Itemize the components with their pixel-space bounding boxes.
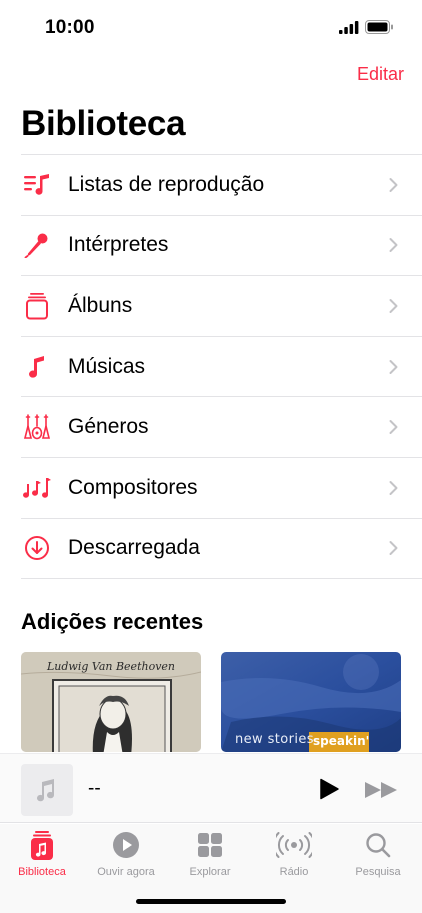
radio-waves-icon: [276, 830, 312, 860]
battery-icon: [365, 20, 393, 34]
play-circle-icon: [112, 830, 140, 860]
play-button[interactable]: [318, 778, 340, 800]
tab-label: Rádio: [279, 866, 309, 878]
chevron-right-icon: [389, 298, 398, 313]
menu-item-label: Músicas: [68, 354, 146, 378]
status-icons: [339, 20, 394, 34]
music-note-icon: [21, 351, 53, 383]
chevron-right-icon: [389, 238, 398, 253]
tab-radio[interactable]: Rádio: [252, 830, 336, 878]
tab-label: Pesquisa: [355, 866, 401, 878]
album-art-text: new stories: [235, 732, 314, 747]
album-stack-icon: [21, 290, 53, 322]
recently-added-albums: Ludwig Van Beethoven new stories speakin…: [21, 652, 422, 752]
menu-item-downloaded[interactable]: Descarregada: [21, 519, 422, 580]
guitars-icon: [21, 411, 53, 443]
download-circle-icon: [21, 532, 53, 564]
home-indicator: [136, 899, 286, 904]
chevron-right-icon: [389, 177, 398, 192]
chevron-right-icon: [389, 541, 398, 556]
chevron-right-icon: [389, 420, 398, 435]
edit-button[interactable]: Editar: [357, 64, 404, 85]
page-title: Biblioteca: [21, 104, 186, 143]
album-cover-beethoven[interactable]: Ludwig Van Beethoven: [21, 652, 201, 752]
microphone-icon: [21, 229, 53, 261]
menu-item-label: Descarregada: [68, 536, 200, 560]
chevron-right-icon: [389, 480, 398, 495]
music-note-icon: [37, 779, 55, 802]
album-cover-new-stories[interactable]: new stories speakin': [221, 652, 401, 752]
menu-item-label: Álbuns: [68, 293, 133, 317]
tab-search[interactable]: Pesquisa: [336, 830, 420, 878]
menu-item-label: Compositores: [68, 475, 198, 499]
menu-item-songs[interactable]: Músicas: [21, 337, 422, 398]
recently-added-title: Adições recentes: [21, 609, 204, 634]
tab-label: Biblioteca: [18, 866, 66, 878]
menu-item-label: Listas de reprodução: [68, 172, 265, 196]
menu-item-artists[interactable]: Intérpretes: [21, 216, 422, 277]
fast-forward-button[interactable]: [364, 781, 400, 799]
tab-label: Explorar: [189, 866, 231, 878]
library-menu: Listas de reprodução Intérpretes Álbuns: [21, 154, 422, 580]
mini-player[interactable]: --: [0, 753, 422, 823]
mini-player-title: --: [88, 778, 101, 799]
tab-label: Ouvir agora: [97, 866, 155, 878]
menu-item-label: Géneros: [68, 415, 149, 439]
cellular-signal-icon: [339, 20, 359, 34]
album-art-text: Ludwig Van Beethoven: [46, 660, 175, 673]
menu-item-playlists[interactable]: Listas de reprodução: [21, 155, 422, 216]
tab-browse[interactable]: Explorar: [168, 830, 252, 878]
chevron-right-icon: [389, 359, 398, 374]
menu-item-albums[interactable]: Álbuns: [21, 276, 422, 337]
playlist-icon: [21, 169, 53, 201]
tab-library[interactable]: Biblioteca: [0, 830, 84, 878]
menu-item-label: Intérpretes: [68, 233, 169, 257]
album-art-text: speakin': [313, 734, 370, 748]
tab-listen-now[interactable]: Ouvir agora: [84, 830, 168, 878]
search-icon: [365, 830, 391, 860]
grid-icon: [197, 830, 223, 860]
mini-player-artwork[interactable]: [21, 764, 73, 816]
menu-item-genres[interactable]: Géneros: [21, 397, 422, 458]
menu-item-composers[interactable]: Compositores: [21, 458, 422, 519]
status-time: 10:00: [45, 17, 95, 38]
notes-icon: [21, 472, 53, 504]
library-icon: [30, 830, 54, 860]
status-bar: 10:00: [0, 0, 422, 58]
